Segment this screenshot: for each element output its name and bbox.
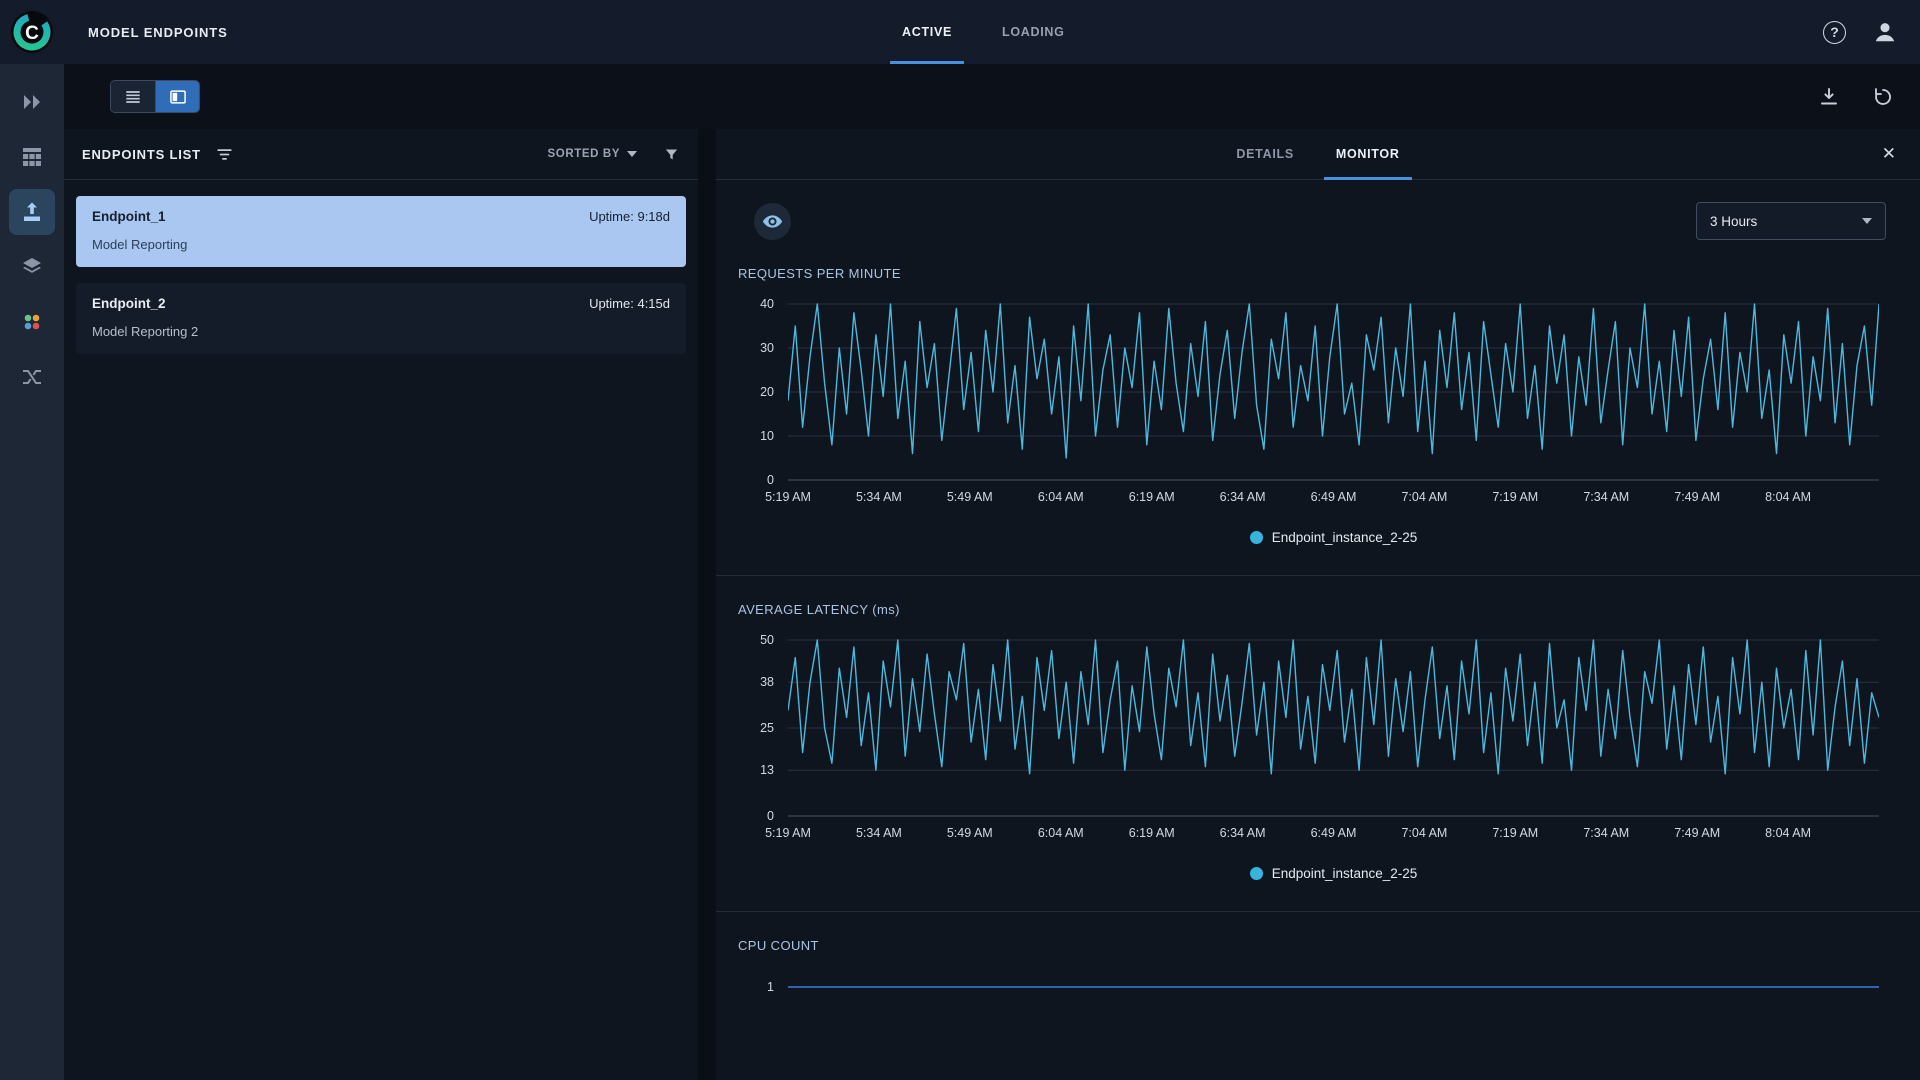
sidebar-item-jobs[interactable] [9, 134, 55, 180]
layers-icon [23, 258, 41, 273]
chart-legend: Endpoint_instance_2-25 [788, 866, 1879, 881]
close-icon[interactable]: ✕ [1876, 129, 1902, 179]
person-icon [1875, 23, 1895, 42]
chart-title: CPU COUNT [738, 938, 819, 953]
endpoint-list-item[interactable]: Endpoint_1 Uptime: 9:18d Model Reporting [76, 196, 686, 267]
flow-icon [23, 370, 41, 384]
app-logo[interactable]: C [0, 10, 64, 54]
sidebar-item-sessions[interactable] [9, 79, 55, 125]
filter-icon[interactable] [663, 146, 680, 163]
view-toggle [110, 80, 200, 113]
legend-label: Endpoint_instance_2-25 [1271, 866, 1418, 881]
history-icon[interactable] [1870, 84, 1896, 110]
y-axis-labels: 0 10 20 30 40 [760, 297, 774, 487]
tab-active[interactable]: ACTIVE [890, 0, 965, 64]
tab-details[interactable]: DETAILS [1224, 129, 1305, 179]
visibility-button[interactable] [754, 202, 791, 240]
model-endpoint-icon [24, 202, 40, 221]
line-plot [788, 639, 1879, 817]
legend-label: Endpoint_instance_2-25 [1271, 530, 1418, 545]
time-range-select[interactable]: 3 Hours [1696, 202, 1886, 240]
monitor-controls: 3 Hours [754, 202, 1886, 240]
split-view-icon [169, 89, 186, 104]
help-icon[interactable]: ? [1823, 20, 1846, 44]
sidebar-item-experiments[interactable] [9, 244, 55, 290]
x-axis-labels: 5:19 AM 5:34 AM 5:49 AM 6:04 AM 6:19 AM 6:34 … [765, 490, 1812, 504]
sidebar-item-model-endpoints[interactable] [9, 189, 55, 235]
chart-average-latency: AVERAGE LATENCY (ms) 0 13 25 38 50 5:19 AM 5:… [716, 575, 1920, 911]
table-view-button[interactable] [111, 81, 155, 112]
endpoints-panel: ENDPOINTS LIST SORTED BY Endpoint_1 Upti… [64, 129, 698, 1080]
chart-title: AVERAGE LATENCY (ms) [738, 602, 900, 617]
sidebar-item-pipelines[interactable] [9, 354, 55, 400]
sorted-by-label: SORTED BY [547, 148, 620, 160]
tab-loading[interactable]: LOADING [990, 0, 1077, 64]
eye-icon [762, 214, 783, 228]
sidebar [0, 64, 64, 1080]
topbar-tabs: ACTIVE LOADING [890, 0, 1077, 64]
endpoints-list: Endpoint_1 Uptime: 9:18d Model Reporting… [64, 180, 698, 386]
split-view-button[interactable] [155, 81, 199, 112]
table-view-icon [126, 90, 140, 103]
topbar: C MODEL ENDPOINTS ACTIVE LOADING ? [0, 0, 1920, 64]
download-icon[interactable] [1816, 84, 1842, 110]
y-axis-labels: 0 13 25 38 50 [760, 633, 774, 823]
tab-monitor[interactable]: MONITOR [1323, 129, 1412, 180]
sorted-by-dropdown[interactable]: SORTED BY [547, 148, 637, 160]
chart-requests-per-minute: REQUESTS PER MINUTE 0 10 20 30 40 5:19 AM 5:3… [716, 240, 1920, 575]
toolbar [64, 64, 1920, 129]
endpoint-name: Endpoint_2 [92, 296, 166, 311]
endpoint-name: Endpoint_1 [92, 209, 166, 224]
chart-title: REQUESTS PER MINUTE [738, 266, 901, 281]
y-axis-labels: 1 [767, 980, 774, 994]
toolbar-actions [1816, 84, 1896, 110]
user-avatar[interactable] [1872, 19, 1898, 45]
sidebar-item-applications[interactable] [9, 299, 55, 345]
legend-dot [1249, 867, 1263, 880]
double-chevron-icon [24, 95, 40, 109]
endpoint-uptime: Uptime: 9:18d [589, 209, 670, 224]
monitor-panel: DETAILS MONITOR ✕ 3 Hours REQUESTS PER M… [716, 129, 1920, 1080]
line-plot [788, 986, 1879, 988]
sort-icon[interactable] [215, 145, 234, 164]
time-range-value: 3 Hours [1710, 213, 1758, 229]
chevron-down-icon [627, 151, 637, 157]
endpoints-list-title: ENDPOINTS LIST [82, 146, 201, 162]
x-axis-labels: 5:19 AM 5:34 AM 5:49 AM 6:04 AM 6:19 AM 6:34 … [765, 826, 1812, 840]
topbar-actions: ? [1823, 19, 1898, 45]
monitor-panel-header: DETAILS MONITOR ✕ [716, 129, 1920, 180]
chart-legend: Endpoint_instance_2-25 [788, 530, 1879, 545]
chart-cpu-count: CPU COUNT 1 [716, 911, 1920, 1080]
legend-dot [1249, 531, 1263, 544]
endpoint-list-item[interactable]: Endpoint_2 Uptime: 4:15d Model Reporting… [76, 283, 686, 354]
endpoints-panel-header: ENDPOINTS LIST SORTED BY [64, 129, 698, 180]
chevron-down-icon [1862, 218, 1872, 224]
line-plot [788, 303, 1879, 481]
apps-icon [24, 314, 40, 330]
grid-table-icon [23, 148, 41, 166]
logo-icon: C [11, 11, 53, 53]
endpoint-uptime: Uptime: 4:15d [589, 296, 670, 311]
page-title: MODEL ENDPOINTS [88, 24, 228, 40]
endpoint-description: Model Reporting 2 [92, 324, 199, 339]
svg-text:C: C [25, 23, 39, 44]
endpoint-description: Model Reporting [92, 237, 188, 252]
